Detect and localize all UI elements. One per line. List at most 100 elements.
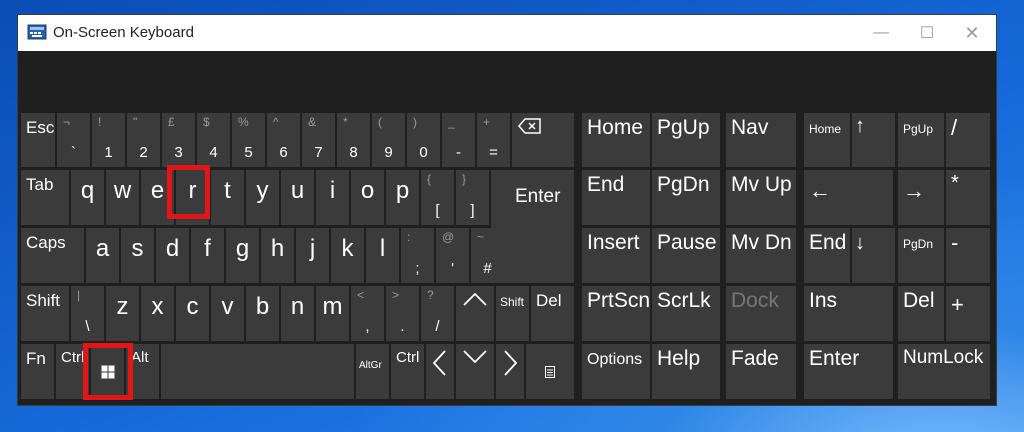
numpad-add[interactable]: + bbox=[946, 286, 990, 341]
key-tab[interactable]: Tab bbox=[21, 170, 69, 225]
key-b[interactable]: b bbox=[246, 286, 279, 341]
key-6[interactable]: ^ 6 bbox=[267, 113, 300, 167]
key-e[interactable]: e bbox=[141, 170, 174, 225]
key-move-up[interactable]: Mv Up bbox=[726, 170, 796, 225]
key-w[interactable]: w bbox=[106, 170, 139, 225]
key-altgr[interactable]: AltGr bbox=[356, 344, 389, 399]
key-space[interactable] bbox=[161, 344, 354, 399]
key-3[interactable]: £3 bbox=[162, 113, 195, 167]
key-menu[interactable] bbox=[526, 344, 574, 399]
numpad-right[interactable]: → bbox=[898, 170, 944, 225]
key-4[interactable]: $4 bbox=[197, 113, 230, 167]
maximize-button[interactable]: ☐ bbox=[904, 15, 950, 51]
key-scroll-lock[interactable]: ScrLk bbox=[652, 286, 720, 341]
numpad-divide[interactable]: / bbox=[946, 113, 990, 167]
key-hash[interactable]: ~ # bbox=[471, 228, 504, 283]
key-comma[interactable]: <, bbox=[351, 286, 384, 341]
key-a[interactable]: a bbox=[86, 228, 119, 283]
key-u[interactable]: u bbox=[281, 170, 314, 225]
key-arrow-left[interactable] bbox=[426, 344, 454, 399]
key-backspace[interactable] bbox=[512, 113, 574, 167]
key-1[interactable]: ! 1 bbox=[92, 113, 125, 167]
numpad-home[interactable]: Home bbox=[804, 113, 850, 167]
key-page-up[interactable]: PgUp bbox=[652, 113, 720, 167]
key-move-down[interactable]: Mv Dn bbox=[726, 228, 796, 283]
key-caps-lock[interactable]: Caps bbox=[21, 228, 84, 283]
key-dock[interactable]: Dock bbox=[726, 286, 796, 341]
key-home[interactable]: Home bbox=[582, 113, 650, 167]
key-left-bracket[interactable]: {[ bbox=[421, 170, 454, 225]
key-s[interactable]: s bbox=[121, 228, 154, 283]
key-k[interactable]: k bbox=[331, 228, 364, 283]
key-insert[interactable]: Insert bbox=[582, 228, 650, 283]
key-0[interactable]: ) 0 bbox=[407, 113, 440, 167]
key-windows[interactable] bbox=[91, 344, 124, 399]
key-h[interactable]: h bbox=[261, 228, 294, 283]
key-right-bracket[interactable]: }] bbox=[456, 170, 489, 225]
key-9[interactable]: (9 bbox=[372, 113, 405, 167]
key-end[interactable]: End bbox=[582, 170, 650, 225]
numpad-down[interactable]: ↓ bbox=[852, 228, 895, 283]
key-arrow-down[interactable] bbox=[456, 344, 494, 399]
numpad-up[interactable]: ↑ bbox=[852, 113, 895, 167]
numpad-subtract[interactable]: - bbox=[946, 228, 990, 283]
numpad-enter[interactable]: Enter bbox=[804, 344, 893, 399]
key-shift-left[interactable]: Shift bbox=[21, 286, 69, 341]
key-2[interactable]: " 2 bbox=[127, 113, 160, 167]
key-arrow-right[interactable] bbox=[496, 344, 524, 399]
key-semicolon[interactable]: :; bbox=[401, 228, 434, 283]
key-8[interactable]: * 8 bbox=[337, 113, 370, 167]
key-num-lock[interactable]: NumLock bbox=[898, 344, 990, 399]
key-ctrl-left[interactable]: Ctrl bbox=[56, 344, 89, 399]
key-g[interactable]: g bbox=[226, 228, 259, 283]
numpad-multiply[interactable]: * bbox=[946, 170, 990, 225]
key-minus[interactable]: _ - bbox=[442, 113, 475, 167]
key-fade[interactable]: Fade bbox=[726, 344, 796, 399]
minimize-button[interactable]: — bbox=[858, 15, 904, 51]
key-pause[interactable]: Pause bbox=[652, 228, 720, 283]
key-t[interactable]: t bbox=[211, 170, 244, 225]
key-q[interactable]: q bbox=[71, 170, 104, 225]
title-bar[interactable]: On-Screen Keyboard — ☐ ✕ bbox=[18, 15, 996, 51]
key-page-down[interactable]: PgDn bbox=[652, 170, 720, 225]
key-period[interactable]: >. bbox=[386, 286, 419, 341]
key-m[interactable]: m bbox=[316, 286, 349, 341]
key-options[interactable]: Options bbox=[582, 344, 650, 399]
numpad-left[interactable]: ← bbox=[804, 170, 893, 225]
key-quote[interactable]: @ ' bbox=[436, 228, 469, 283]
key-n[interactable]: n bbox=[281, 286, 314, 341]
key-z[interactable]: z bbox=[106, 286, 139, 341]
key-equals[interactable]: + = bbox=[477, 113, 510, 167]
key-help[interactable]: Help bbox=[652, 344, 720, 399]
key-slash[interactable]: ? / bbox=[421, 286, 454, 341]
numpad-insert[interactable]: Ins bbox=[804, 286, 893, 341]
key-shift-right[interactable]: Shift bbox=[496, 286, 529, 341]
key-arrow-up[interactable] bbox=[456, 286, 494, 341]
key-7[interactable]: & 7 bbox=[302, 113, 335, 167]
key-nav[interactable]: Nav bbox=[726, 113, 796, 167]
key-j[interactable]: j bbox=[296, 228, 329, 283]
key-c[interactable]: c bbox=[176, 286, 209, 341]
key-y[interactable]: y bbox=[246, 170, 279, 225]
key-o[interactable]: o bbox=[351, 170, 384, 225]
key-esc[interactable]: Esc bbox=[21, 113, 55, 167]
key-l[interactable]: l bbox=[366, 228, 399, 283]
key-p[interactable]: p bbox=[386, 170, 419, 225]
key-print-screen[interactable]: PrtScn bbox=[582, 286, 650, 341]
key-fn[interactable]: Fn bbox=[21, 344, 54, 399]
numpad-delete[interactable]: Del bbox=[898, 286, 944, 341]
key-d[interactable]: d bbox=[156, 228, 189, 283]
key-f[interactable]: f bbox=[191, 228, 224, 283]
key-backtick[interactable]: ¬ ` bbox=[57, 113, 90, 167]
key-v[interactable]: v bbox=[211, 286, 244, 341]
numpad-page-down[interactable]: PgDn bbox=[898, 228, 944, 283]
key-5[interactable]: % 5 bbox=[232, 113, 265, 167]
key-x[interactable]: x bbox=[141, 286, 174, 341]
close-button[interactable]: ✕ bbox=[949, 15, 995, 51]
key-r[interactable]: r bbox=[176, 170, 209, 225]
numpad-end[interactable]: End bbox=[804, 228, 850, 283]
key-backslash[interactable]: | \ bbox=[71, 286, 104, 341]
key-ctrl-right[interactable]: Ctrl bbox=[391, 344, 424, 399]
numpad-page-up[interactable]: PgUp bbox=[898, 113, 944, 167]
key-alt[interactable]: Alt bbox=[126, 344, 159, 399]
